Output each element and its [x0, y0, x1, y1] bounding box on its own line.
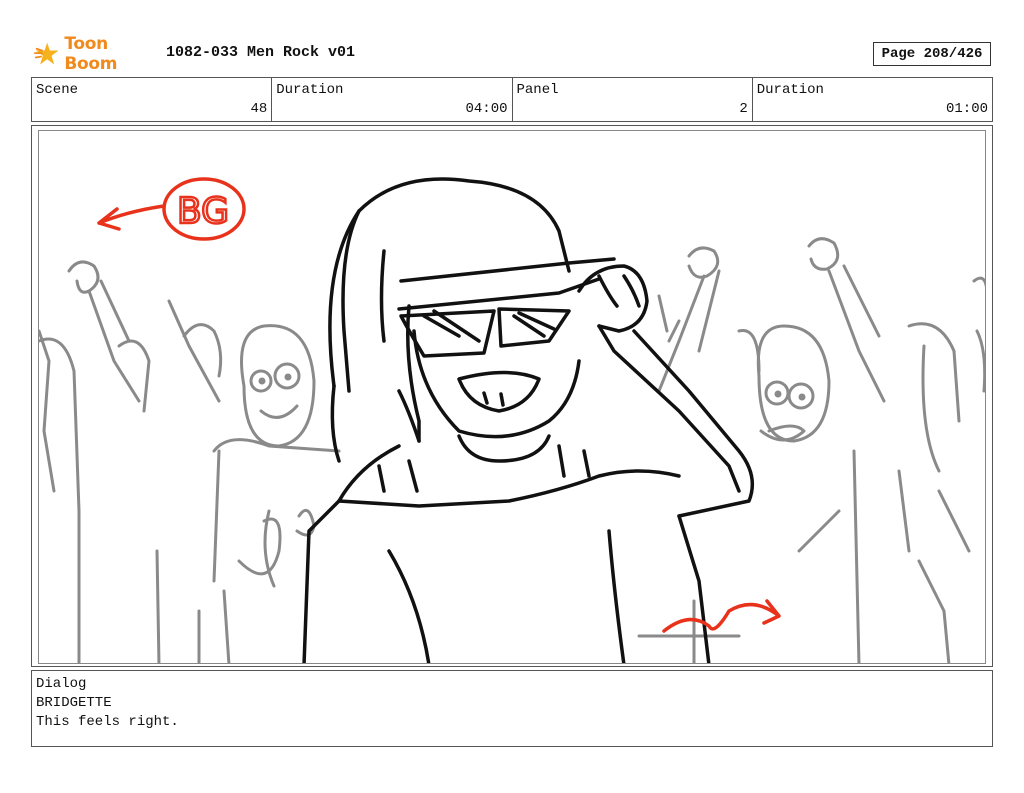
character-sketch: [302, 177, 755, 663]
toon-boom-logo: Toon Boom: [34, 34, 154, 74]
bg-arrow: [97, 204, 166, 231]
scene-duration-value: 04:00: [465, 101, 508, 117]
panel-duration-value: 01:00: [945, 101, 988, 117]
scene-duration-label: Duration: [276, 82, 344, 98]
dialog-line: This feels right.: [36, 714, 179, 730]
panel-cell: Panel 2: [513, 78, 753, 121]
scene-label: Scene: [36, 82, 79, 98]
panel-info-row: Scene 48 Duration 04:00 Panel 2 Duration…: [31, 77, 993, 122]
crowd-sketch: [39, 237, 985, 663]
dialog-box: Dialog BRIDGETTE This feels right.: [31, 670, 993, 747]
document-title: 1082-033 Men Rock v01: [166, 44, 356, 61]
dialog-label: Dialog: [36, 676, 87, 692]
storyboard-panel: BG: [38, 130, 986, 664]
panel-value: 2: [739, 101, 748, 117]
bg-annotation-text: BG: [177, 191, 229, 232]
scene-cell: Scene 48: [32, 78, 273, 121]
star-burst-icon: [34, 42, 59, 65]
storyboard-sketch: BG: [39, 177, 985, 663]
panel-duration-cell: Duration 01:00: [753, 78, 992, 121]
dialog-speaker: BRIDGETTE: [36, 695, 112, 711]
panel-label: Panel: [516, 82, 559, 98]
scene-duration-cell: Duration 04:00: [272, 78, 513, 121]
move-arrow: [662, 599, 781, 633]
page-indicator: Page 208/426: [873, 42, 991, 66]
logo-text: Toon Boom: [64, 34, 118, 74]
panel-duration-label: Duration: [756, 82, 824, 98]
scene-value: 48: [250, 101, 268, 117]
